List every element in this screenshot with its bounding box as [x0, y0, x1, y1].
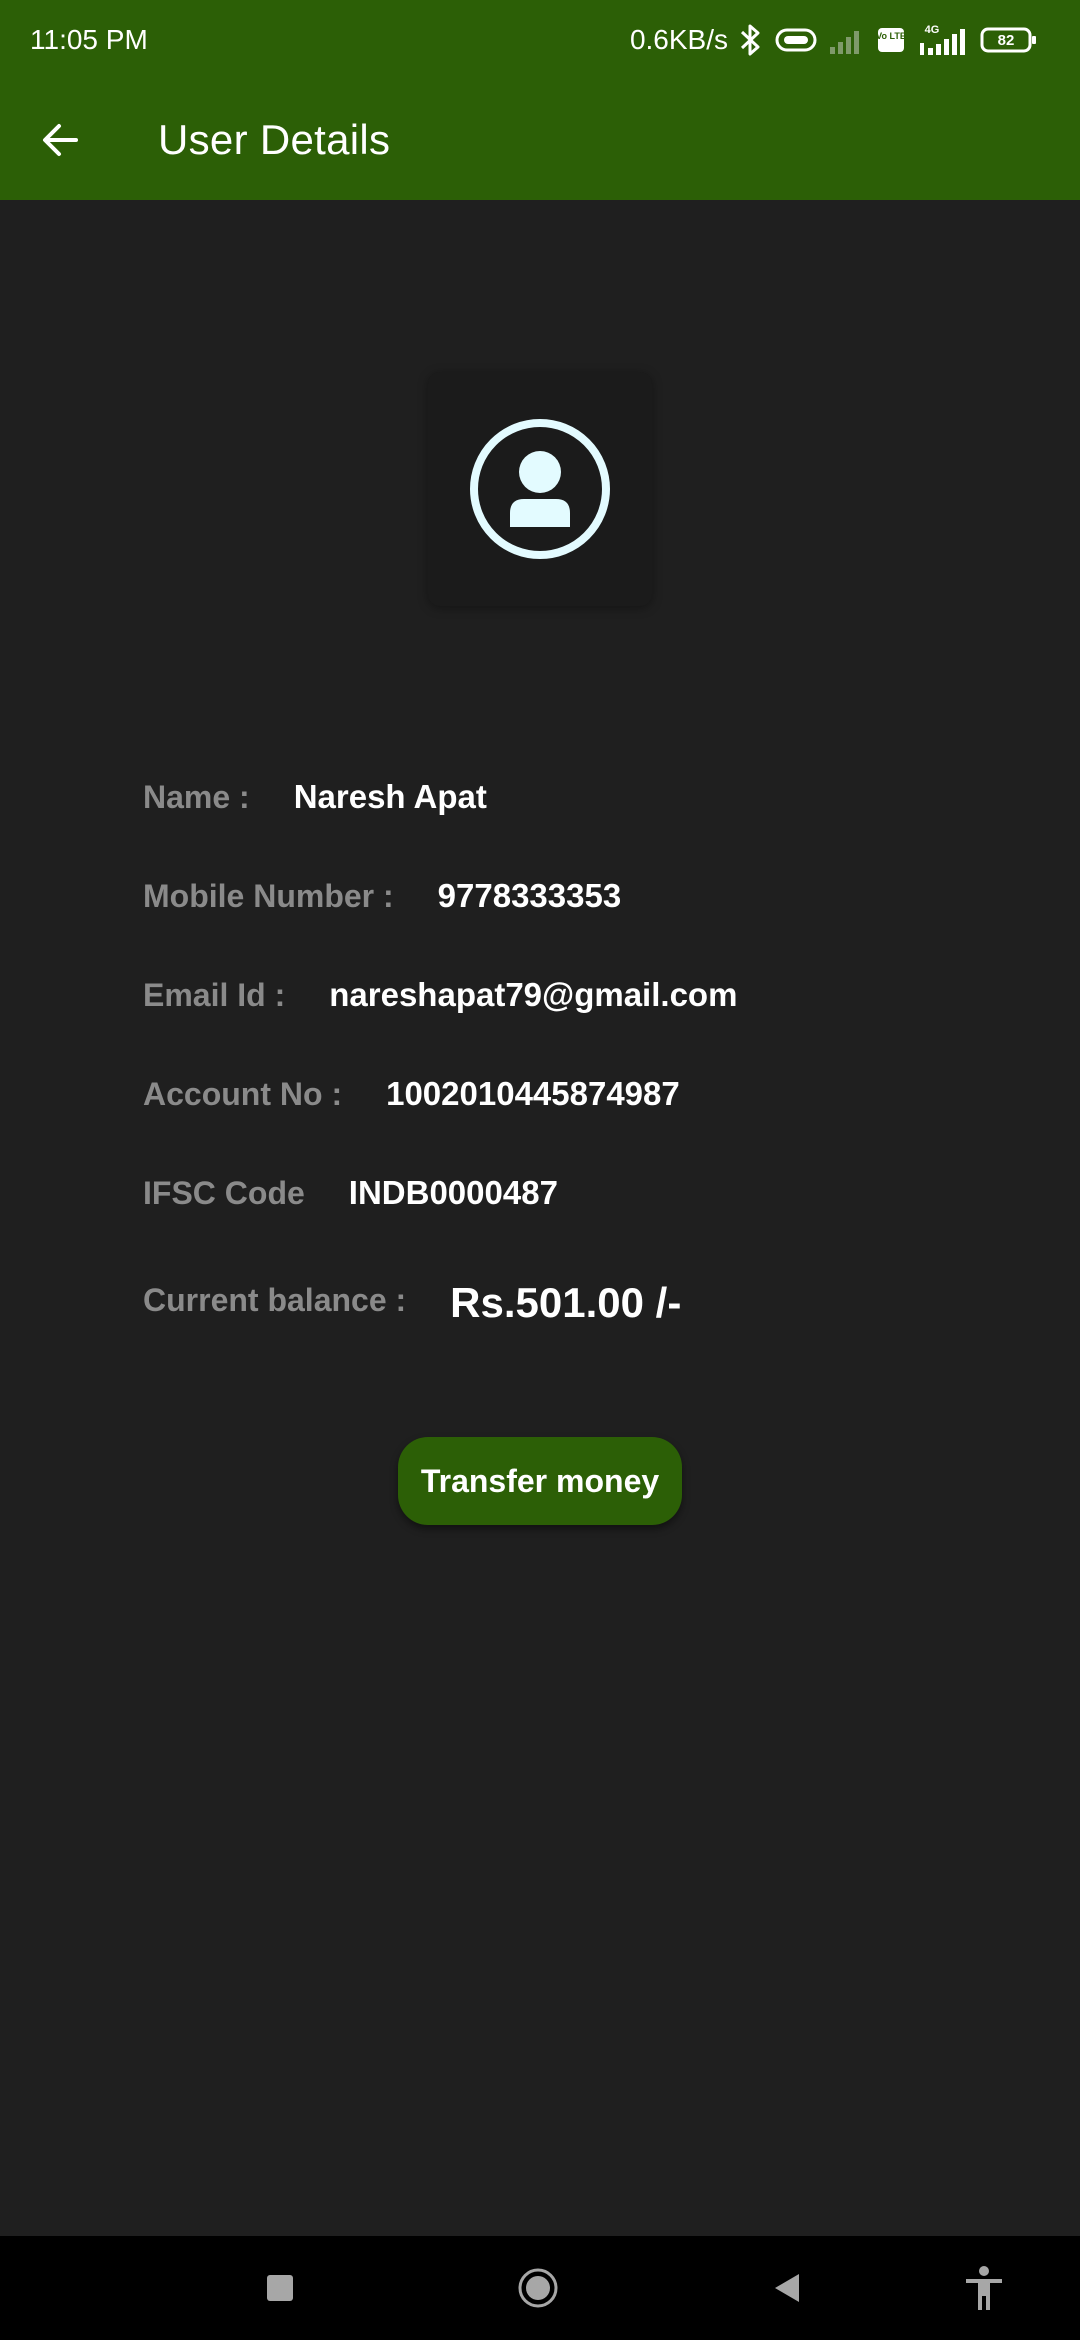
- arrow-left-icon: [43, 124, 78, 156]
- accessibility-icon: [966, 2266, 1002, 2310]
- back-triangle-icon: [775, 2274, 799, 2302]
- svg-text:82: 82: [998, 32, 1015, 49]
- accessibility-button[interactable]: [954, 2258, 1014, 2318]
- system-back-button[interactable]: [758, 2258, 818, 2318]
- mobile-value: 9778333353: [437, 877, 622, 914]
- name-value: Naresh Apat: [293, 778, 487, 815]
- svg-text:Vo LTE: Vo LTE: [876, 31, 906, 41]
- name-label: Name :: [143, 779, 250, 815]
- mobile-label: Mobile Number :: [143, 878, 394, 914]
- email-value: nareshapat79@gmail.com: [329, 976, 738, 1013]
- ifsc-row: IFSC Code INDB0000487: [143, 1174, 558, 1212]
- bluetooth-icon: [738, 23, 764, 57]
- signal-weak-icon: [828, 23, 866, 57]
- system-nav-bar: [0, 2236, 1080, 2340]
- signal-4g-icon: 4G: [916, 21, 970, 59]
- account-label: Account No :: [143, 1076, 343, 1112]
- avatar: [428, 372, 652, 606]
- status-icons: 0.6KB/s Vo LTE 4G 82: [630, 18, 1038, 62]
- back-button[interactable]: [20, 100, 100, 180]
- email-row: Email Id : nareshapat79@gmail.com: [143, 976, 737, 1014]
- name-row: Name : Naresh Apat: [143, 778, 487, 816]
- email-label: Email Id :: [143, 977, 286, 1013]
- balance-label: Current balance :: [143, 1282, 407, 1318]
- volte-icon: Vo LTE: [876, 23, 906, 57]
- account-row: Account No : 1002010445874987: [143, 1075, 680, 1113]
- network-speed: 0.6KB/s: [629, 24, 728, 55]
- status-time: 11:05 PM: [30, 24, 148, 55]
- balance-value: Rs.501.00 /-: [450, 1279, 682, 1326]
- account-circle-icon: [470, 419, 610, 559]
- user-details-screen: 11:05 PM 0.6KB/s Vo LTE 4G 82 User Detai…: [0, 0, 1080, 2340]
- status-bar: 11:05 PM 0.6KB/s Vo LTE 4G 82: [0, 0, 1080, 80]
- data-saver-icon: [774, 23, 818, 57]
- recents-square-icon: [267, 2275, 293, 2301]
- svg-text:4G: 4G: [925, 24, 940, 36]
- ifsc-value: INDB0000487: [348, 1174, 558, 1211]
- recents-button[interactable]: [250, 2258, 310, 2318]
- home-circle-icon: [518, 2268, 558, 2308]
- ifsc-label: IFSC Code: [143, 1175, 305, 1211]
- page-title: User Details: [158, 116, 391, 163]
- balance-row: Current balance : Rs.501.00 /-: [143, 1273, 681, 1326]
- transfer-money-button[interactable]: Transfer money: [398, 1437, 682, 1525]
- app-bar: User Details: [0, 80, 1080, 200]
- home-button[interactable]: [508, 2258, 568, 2318]
- battery-icon: 82: [980, 23, 1038, 57]
- account-value: 1002010445874987: [386, 1075, 680, 1112]
- mobile-row: Mobile Number : 9778333353: [143, 877, 621, 915]
